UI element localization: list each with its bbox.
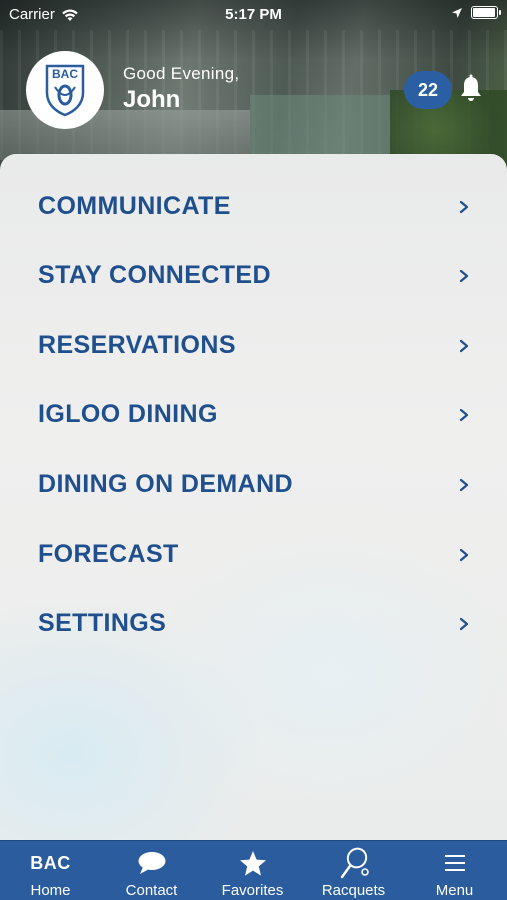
tab-menu[interactable]: Menu [404, 841, 505, 900]
menu-item-label: SETTINGS [38, 609, 167, 637]
tab-favorites[interactable]: Favorites [202, 841, 303, 900]
menu-item-stay-connected[interactable]: STAY CONNECTED [0, 241, 507, 310]
tab-bar: BAC Home Contact Favorites Racquets Menu [0, 840, 507, 900]
bell-icon[interactable] [458, 74, 484, 104]
club-logo[interactable]: BAC [26, 51, 104, 129]
location-arrow-icon [452, 7, 462, 18]
tab-icon-wrap [202, 849, 303, 877]
battery-icon [471, 6, 501, 19]
chevron-right-icon [459, 408, 469, 421]
status-right [451, 6, 501, 19]
greeting-block: Good Evening, John [123, 64, 239, 114]
home-logo-text: BAC [30, 852, 71, 873]
chat-bubble-icon [138, 852, 165, 874]
status-time: 5:17 PM [225, 6, 282, 23]
menu-item-dining-on-demand[interactable]: DINING ON DEMAND [0, 450, 507, 519]
tab-home[interactable]: BAC Home [0, 841, 101, 900]
racquet-icon [340, 847, 369, 879]
menu-item-label: DINING ON DEMAND [38, 470, 294, 498]
menu-item-label: FORECAST [38, 540, 179, 568]
menu-item-label: RESERVATIONS [38, 331, 236, 359]
menu-item-igloo-dining[interactable]: IGLOO DINING [0, 380, 507, 449]
chevron-right-icon [459, 269, 469, 282]
tab-icon-wrap [303, 847, 404, 879]
tab-label: Menu [435, 882, 474, 899]
menu-item-reservations[interactable]: RESERVATIONS [0, 311, 507, 380]
background-court [250, 95, 390, 155]
menu-item-label: COMMUNICATE [38, 192, 231, 220]
chevron-right-icon [459, 478, 469, 491]
chevron-right-icon [459, 339, 469, 352]
tab-label: Favorites [221, 882, 284, 899]
menu-item-settings[interactable]: SETTINGS [0, 589, 507, 658]
chevron-right-icon [459, 548, 469, 561]
logo-text: BAC [52, 67, 78, 81]
menu-item-communicate[interactable]: COMMUNICATE [0, 172, 507, 241]
tab-label: Home [30, 882, 71, 899]
chevron-right-icon [459, 200, 469, 213]
menu-item-forecast[interactable]: FORECAST [0, 520, 507, 589]
notification-count-badge[interactable]: 22 [404, 71, 452, 109]
tab-contact[interactable]: Contact [101, 841, 202, 900]
bac-logo-icon: BAC [0, 849, 101, 877]
tab-icon-wrap [404, 849, 505, 877]
tab-label: Racquets [321, 882, 386, 899]
menu-card: COMMUNICATE STAY CONNECTED RESERVATIONS … [0, 154, 507, 844]
tab-label: Contact [125, 882, 178, 899]
menu-item-label: IGLOO DINING [38, 400, 218, 428]
status-bar: Carrier 5:17 PM [0, 0, 507, 28]
hamburger-icon [444, 855, 465, 871]
tab-icon-wrap [101, 849, 202, 877]
menu-item-label: STAY CONNECTED [38, 261, 271, 289]
tab-racquets[interactable]: Racquets [303, 841, 404, 900]
greeting-text: Good Evening, [123, 64, 240, 83]
chevron-right-icon [459, 617, 469, 630]
user-name: John [123, 86, 181, 113]
star-icon [239, 850, 266, 876]
